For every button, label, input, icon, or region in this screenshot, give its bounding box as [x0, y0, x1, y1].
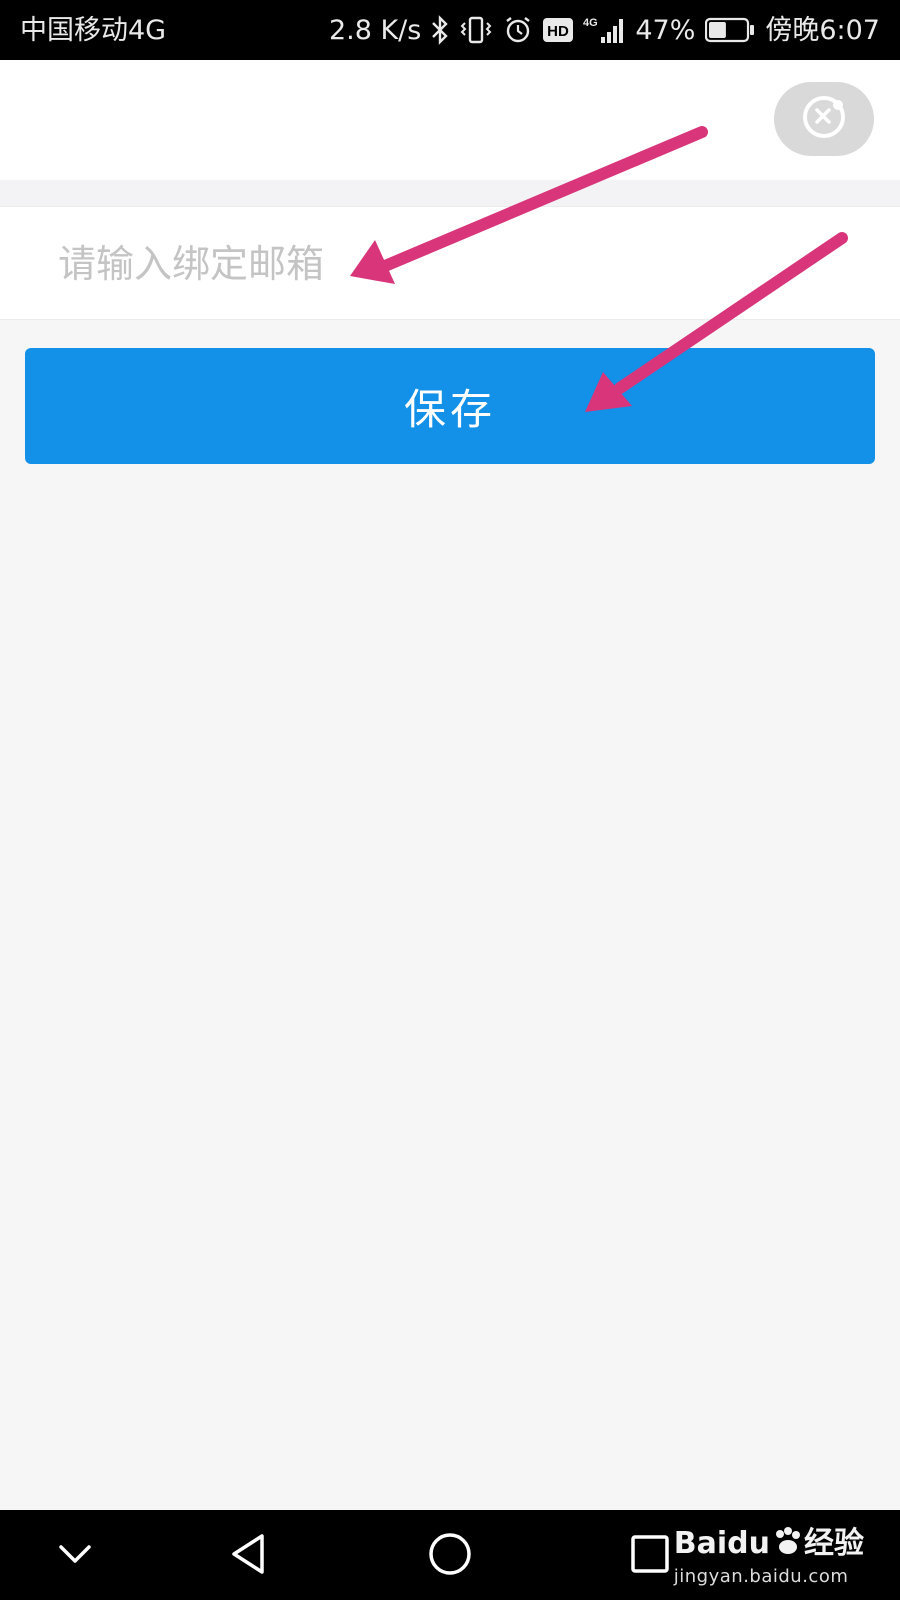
hd-label: HD	[548, 23, 570, 40]
paw-icon	[772, 1526, 802, 1562]
clock: 傍晚6:07	[765, 14, 880, 46]
watermark-suffix: 经验	[804, 1526, 864, 1561]
signal-icon: 4G	[583, 15, 625, 45]
close-capsule-button[interactable]	[774, 82, 874, 156]
top-app-bar	[0, 60, 900, 180]
home-circle-icon	[427, 1531, 473, 1581]
battery-percent: 47%	[635, 14, 696, 46]
chevron-down-icon	[55, 1534, 95, 1578]
email-input[interactable]	[56, 227, 840, 301]
back-triangle-icon	[228, 1532, 272, 1580]
carrier-label: 中国移动4G	[20, 14, 167, 46]
alarm-icon	[503, 15, 533, 45]
save-button[interactable]: 保存	[25, 348, 875, 464]
net-speed: 2.8 K/s	[328, 14, 422, 46]
battery-icon	[705, 17, 755, 43]
nav-collapse-button[interactable]	[45, 1526, 105, 1586]
watermark-url: jingyan.baidu.com	[673, 1566, 849, 1587]
watermark-brand: Baidu	[673, 1526, 770, 1561]
nav-back-button[interactable]	[220, 1526, 280, 1586]
status-bar: 中国移动4G 2.8 K/s HD 4G 47% 傍晚6:07	[0, 0, 900, 60]
baidu-jingyan-watermark: Baidu 经验 jingyan.baidu.com	[674, 1526, 864, 1587]
section-divider	[0, 180, 900, 206]
network-label: 4G	[583, 17, 598, 29]
recents-square-icon	[629, 1533, 671, 1579]
status-icons: 2.8 K/s HD 4G 47% 傍晚6:07	[329, 15, 880, 45]
bluetooth-icon	[431, 15, 449, 45]
close-circle-icon	[800, 93, 848, 145]
email-input-row	[0, 206, 900, 320]
screen: 中国移动4G 2.8 K/s HD 4G 47% 傍晚6:07 请输入绑定邮箱 …	[0, 0, 900, 1600]
hd-icon: HD	[543, 17, 574, 43]
navigation-bar: Baidu 经验 jingyan.baidu.com	[0, 1510, 900, 1600]
watermark-logo: Baidu 经验	[674, 1526, 864, 1562]
vibrate-icon	[459, 15, 493, 45]
nav-home-button[interactable]	[420, 1526, 480, 1586]
nav-recents-button[interactable]	[620, 1526, 680, 1586]
